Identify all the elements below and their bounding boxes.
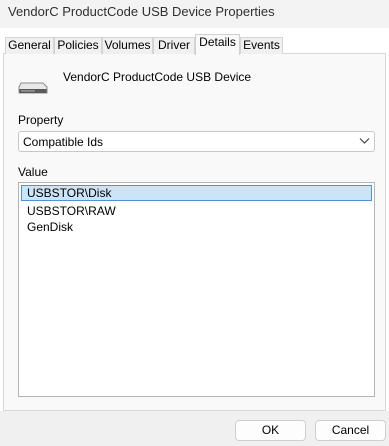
list-item[interactable]: USBSTOR\Disk [21, 185, 372, 201]
tab-volumes[interactable]: Volumes [102, 37, 153, 54]
list-item[interactable]: GenDisk [21, 219, 372, 235]
list-item[interactable]: USBSTOR\RAW [21, 203, 372, 219]
property-dropdown-value: Compatible Ids [23, 135, 104, 149]
property-label: Property [18, 113, 64, 127]
tab-policies[interactable]: Policies [54, 37, 102, 54]
chevron-down-icon [359, 138, 370, 144]
tab-details[interactable]: Details [195, 34, 240, 55]
value-listbox[interactable]: USBSTOR\Disk USBSTOR\RAW GenDisk [18, 182, 375, 397]
tab-driver[interactable]: Driver [153, 37, 195, 54]
title-bar: VendorC ProductCode USB Device Propertie… [0, 0, 389, 28]
device-name: VendorC ProductCode USB Device [63, 70, 252, 84]
value-label: Value [18, 165, 48, 179]
property-dropdown[interactable]: Compatible Ids [18, 131, 375, 152]
usb-drive-icon [18, 82, 48, 94]
ok-button[interactable]: OK [235, 420, 306, 441]
tab-strip: General Policies Volumes Driver Details … [0, 34, 389, 55]
window-title: VendorC ProductCode USB Device Propertie… [8, 4, 275, 19]
tab-general[interactable]: General [5, 37, 54, 54]
tab-events[interactable]: Events [240, 37, 283, 54]
cancel-button[interactable]: Cancel [315, 420, 386, 441]
